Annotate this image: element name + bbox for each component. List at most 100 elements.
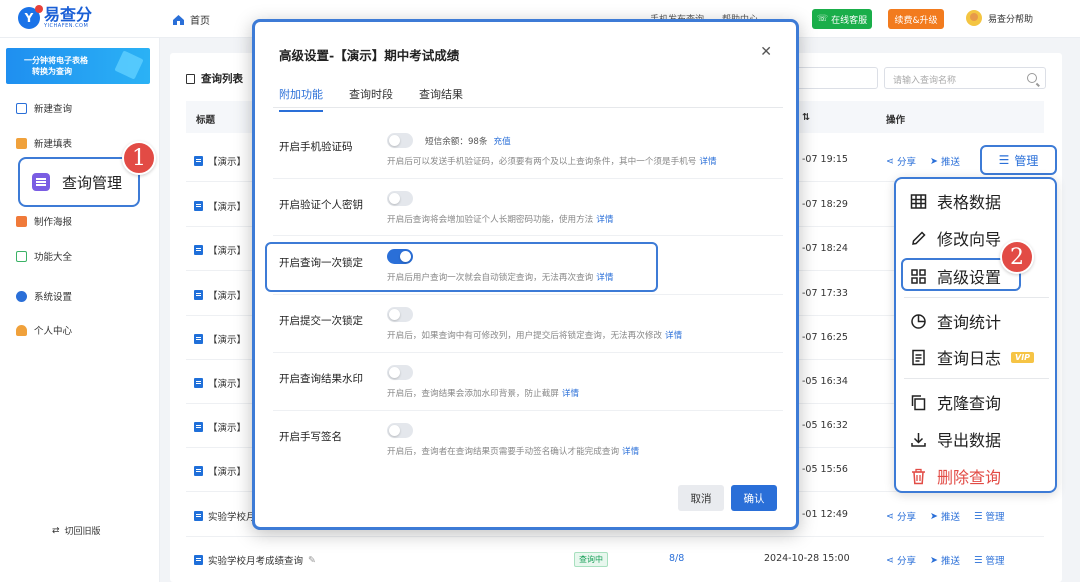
signature-toggle[interactable] — [387, 423, 413, 438]
row-title: 【演示】 — [208, 335, 247, 346]
push-label: 推送 — [940, 512, 960, 523]
online-service-button[interactable]: ☏ 在线客服 — [812, 9, 872, 29]
table-row[interactable]: 【演示】 — [194, 376, 246, 390]
row-title: 【演示】 — [208, 157, 247, 168]
dropdown-item-clone-query[interactable]: 克隆查询 — [910, 390, 1001, 414]
row-count[interactable]: 8/8 — [669, 553, 684, 564]
row-date: -05 16:32 — [802, 420, 848, 431]
headset-icon: ☏ — [816, 14, 829, 24]
share-label: 分享 — [896, 157, 916, 168]
setting-divider — [273, 178, 783, 179]
search-doc-icon — [16, 102, 27, 114]
manage-dropdown: 表格数据 修改向导 高级设置 查询统计 查询日志 VIP 克隆查询 导出数据 删… — [894, 177, 1057, 493]
sidebar-item-features[interactable]: 功能大全 — [16, 249, 72, 263]
watermark-toggle[interactable] — [387, 365, 413, 380]
share-link[interactable]: ⋖ 分享 — [886, 154, 916, 169]
row-divider — [186, 536, 1044, 537]
share-icon: ⋖ — [886, 554, 894, 566]
table-row[interactable]: 【演示】 — [194, 154, 246, 168]
setting-desc-text: 开启后可以发送手机验证码，必须要有两个及以上查询条件，其中一个须是手机号 — [387, 157, 697, 167]
row-date: -01 12:49 — [802, 509, 848, 520]
detail-link[interactable]: 详情 — [622, 447, 639, 457]
table-row[interactable]: 实验学校月 — [194, 509, 256, 523]
share-link[interactable]: ⋖ 分享 — [886, 553, 916, 568]
app-logo[interactable]: Y 易查分 YICHAFEN.COM — [18, 5, 92, 29]
manage-link[interactable]: ☰ 管理 — [974, 509, 1005, 524]
dropdown-item-query-log[interactable]: 查询日志 VIP — [910, 345, 1035, 369]
push-link[interactable]: ➤ 推送 — [930, 154, 960, 169]
upgrade-button[interactable]: 续费&升级 — [888, 9, 944, 29]
promo-banner[interactable]: 一分钟将电子表格 转换为查询 — [6, 48, 150, 84]
setting-desc: 开启后，查询结果会添加水印背景，防止截屏 详情 — [387, 387, 579, 399]
sidebar-item-poster[interactable]: 制作海报 — [16, 214, 72, 228]
callout-number-1: 1 — [122, 141, 156, 175]
sort-icon[interactable]: ⇅ — [802, 112, 810, 123]
dropdown-item-label: 克隆查询 — [937, 394, 1002, 413]
manage-button-highlight[interactable]: ☰ 管理 — [980, 145, 1057, 175]
table-row[interactable]: 实验学校月考成绩查询 ✎ — [194, 553, 316, 567]
table-row[interactable]: 【演示】 — [194, 464, 246, 478]
row-date: -05 15:56 — [802, 464, 848, 475]
sidebar-item-label: 系统设置 — [34, 292, 73, 303]
row-date: -05 16:34 — [802, 376, 848, 387]
home-link[interactable]: 首页 — [172, 12, 210, 27]
table-row[interactable]: 【演示】 — [194, 243, 246, 257]
filter-select[interactable] — [790, 67, 878, 89]
switch-icon: ⇄ — [52, 525, 60, 536]
manage-link[interactable]: ☰ 管理 — [974, 553, 1005, 568]
switch-old-version[interactable]: ⇄ 切回旧版 — [52, 524, 101, 538]
personal-key-toggle[interactable] — [387, 191, 413, 206]
tab-query-period[interactable]: 查询时段 — [349, 86, 393, 112]
share-link[interactable]: ⋖ 分享 — [886, 509, 916, 524]
dropdown-item-table-data[interactable]: 表格数据 — [910, 189, 1001, 213]
push-link[interactable]: ➤ 推送 — [929, 509, 960, 524]
recharge-link[interactable]: 充值 — [494, 137, 511, 147]
tab-extra-features[interactable]: 附加功能 — [279, 86, 323, 112]
sidebar-item-query-manage[interactable]: 查询管理 — [18, 157, 140, 207]
log-icon — [912, 349, 925, 365]
sidebar-item-label: 制作海报 — [34, 217, 73, 228]
user-menu[interactable]: 易查分帮助 — [966, 10, 1033, 26]
sms-balance: 短信余额：98条 充值 — [425, 135, 511, 147]
detail-link[interactable]: 详情 — [596, 215, 613, 225]
sidebar-item-profile[interactable]: 个人中心 — [16, 323, 72, 337]
dropdown-item-delete-query[interactable]: 删除查询 — [910, 464, 1001, 488]
detail-link[interactable]: 详情 — [562, 389, 579, 399]
confirm-button[interactable]: 确认 — [731, 485, 777, 511]
detail-link[interactable]: 详情 — [699, 157, 716, 167]
table-row[interactable]: 【演示】 — [194, 288, 246, 302]
send-icon: ➤ — [929, 510, 938, 522]
sidebar-item-settings[interactable]: 系统设置 — [16, 289, 72, 303]
list-title-text: 查询列表 — [201, 73, 243, 85]
close-icon[interactable]: ✕ — [760, 44, 772, 60]
sidebar-item-new-form[interactable]: 新建填表 — [16, 136, 72, 150]
search-input[interactable]: 请输入查询名称 — [884, 67, 1046, 89]
row-title: 【演示】 — [208, 202, 247, 213]
push-link[interactable]: ➤ 推送 — [930, 553, 960, 568]
tab-query-result[interactable]: 查询结果 — [419, 86, 463, 112]
cancel-button[interactable]: 取消 — [678, 485, 724, 511]
table-row[interactable]: 【演示】 — [194, 420, 246, 434]
table-row[interactable]: 【演示】 — [194, 199, 246, 213]
table-row[interactable]: 【演示】 — [194, 332, 246, 346]
sms-verify-toggle[interactable] — [387, 133, 413, 148]
dropdown-item-edit-wizard[interactable]: 修改向导 — [910, 226, 1001, 250]
setting-desc: 开启后，查询者在查询结果页需要手动签名确认才能完成查询 详情 — [387, 445, 639, 457]
setting-label: 开启手写签名 — [279, 431, 342, 443]
submit-once-lock-toggle[interactable] — [387, 307, 413, 322]
setting-label: 开启查询结果水印 — [279, 373, 363, 385]
setting-label: 开启提交一次锁定 — [279, 315, 363, 327]
detail-link[interactable]: 详情 — [665, 331, 682, 341]
row-ops: ⋖ 分享 ➤ 推送 ☰ 管理 — [886, 509, 1005, 524]
home-label: 首页 — [190, 16, 210, 27]
table-icon — [910, 193, 927, 209]
search-icon[interactable] — [1027, 73, 1037, 83]
dropdown-item-query-stats[interactable]: 查询统计 — [910, 309, 1001, 333]
tab-divider — [273, 107, 783, 108]
sidebar-item-new-query[interactable]: 新建查询 — [16, 101, 72, 115]
setting-desc-text: 开启后，查询者在查询结果页需要手动签名确认才能完成查询 — [387, 447, 620, 457]
edit-icon[interactable]: ✎ — [308, 555, 316, 566]
row-date: -07 18:29 — [802, 199, 848, 210]
user-icon — [16, 324, 27, 336]
dropdown-item-export-data[interactable]: 导出数据 — [910, 427, 1001, 451]
